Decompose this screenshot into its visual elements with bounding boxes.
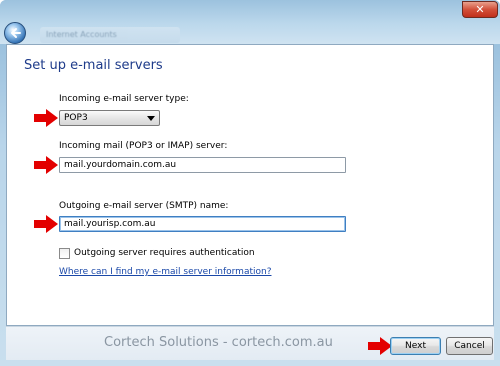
- back-arrow-icon: [11, 28, 21, 38]
- outgoing-server-input[interactable]: mail.yourisp.com.au: [59, 216, 346, 232]
- wizard-title: Internet Accounts: [40, 27, 180, 43]
- incoming-type-value: POP3: [64, 113, 88, 123]
- outgoing-server-label: Outgoing e-mail server (SMTP) name:: [59, 201, 229, 211]
- incoming-type-select[interactable]: POP3: [59, 110, 160, 126]
- close-button[interactable]: ✕: [462, 1, 498, 18]
- auth-checkbox[interactable]: [59, 248, 70, 259]
- red-arrow-icon: [34, 109, 58, 127]
- incoming-server-input[interactable]: mail.yourdomain.com.au: [59, 157, 346, 173]
- auth-checkbox-label: Outgoing server requires authentication: [74, 248, 255, 258]
- cancel-button[interactable]: Cancel: [446, 337, 493, 355]
- watermark-text: Cortech Solutions - cortech.com.au: [104, 335, 333, 350]
- wizard-title-text: Internet Accounts: [46, 30, 117, 39]
- chevron-down-icon: [147, 116, 155, 121]
- page-title: Set up e-mail servers: [24, 58, 163, 73]
- incoming-server-label: Incoming mail (POP3 or IMAP) server:: [59, 141, 228, 151]
- red-arrow-icon: [34, 156, 58, 174]
- back-button[interactable]: [4, 22, 26, 44]
- server-info-link[interactable]: Where can I find my e-mail server inform…: [59, 267, 271, 277]
- next-button[interactable]: Next: [390, 337, 441, 355]
- red-arrow-icon: [368, 337, 392, 355]
- content-panel: [6, 44, 494, 326]
- red-arrow-icon: [34, 215, 58, 233]
- incoming-type-label: Incoming e-mail server type:: [59, 94, 189, 104]
